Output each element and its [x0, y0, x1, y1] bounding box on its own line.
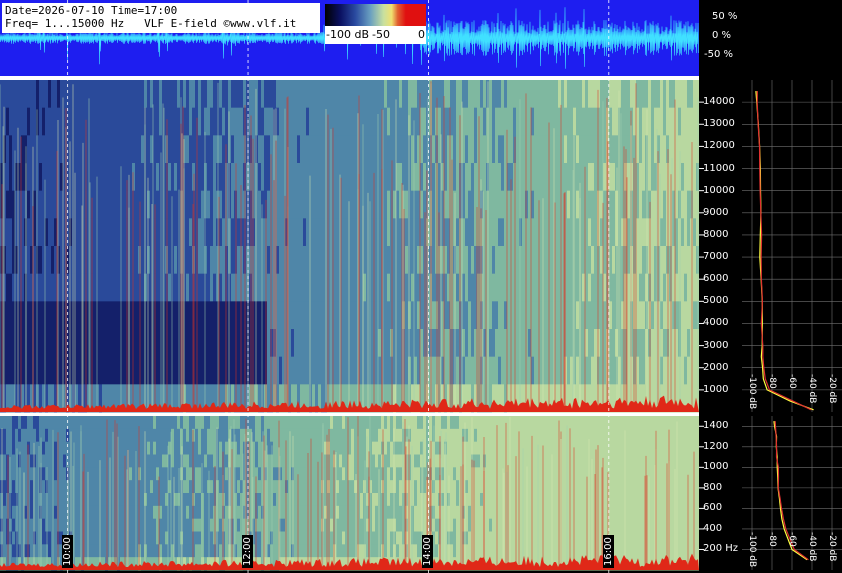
colorbar-label-min: -100 dB [326, 28, 369, 41]
profile-db-label: -80 [767, 532, 777, 547]
profile-db-label: -20 dB [827, 532, 837, 562]
time-label: 12:00 [242, 535, 254, 568]
freq-tick-label: 1000 [703, 383, 729, 395]
time-label: 16:00 [602, 535, 614, 568]
freq-tick-label: 7000 [703, 251, 729, 263]
profile-db-label: -60 [787, 374, 797, 389]
amplitude-tick-0: 0 % [712, 30, 732, 41]
header-date-time: Date=2026-07-10 Time=17:00 [5, 4, 178, 17]
freq-tick-label: 13000 [703, 118, 735, 130]
freq-tick-label: 3000 [703, 339, 729, 351]
freq-tick-label: 14000 [703, 96, 735, 108]
header-frequency-source: Freq= 1...15000 Hz VLF E-field ©www.vlf.… [5, 17, 297, 30]
colorbar-gradient [325, 4, 426, 26]
colorbar-label-max: 0 [418, 28, 425, 41]
amplitude-tick-50: 50 % [712, 11, 738, 22]
profile-db-label: -20 dB [827, 374, 837, 404]
freq-tick-label: 10000 [703, 184, 735, 196]
spectrogram-main [0, 80, 699, 413]
freq-tick-label: 800 [703, 481, 723, 493]
time-label: 10:00 [61, 535, 73, 568]
header-info-box: Date=2026-07-10 Time=17:00 Freq= 1...150… [2, 3, 320, 33]
amplitude-tick-minus50: -50 % [704, 49, 734, 60]
profile-db-label: -100 dB [747, 374, 757, 410]
profile-db-label: -100 dB [747, 532, 757, 568]
freq-tick-label: 1200 [703, 440, 729, 452]
freq-tick-label: 8000 [703, 228, 729, 240]
profile-db-label: -40 dB [807, 374, 817, 404]
profile-db-label: -80 [767, 374, 777, 389]
panel-separator-lower [0, 412, 699, 416]
colorbar-label-mid: -50 [372, 28, 390, 41]
profile-db-label: -60 [787, 532, 797, 547]
freq-tick-label: 12000 [703, 140, 735, 152]
freq-tick-label: 400 [703, 522, 723, 534]
profile-db-label: -40 dB [807, 532, 817, 562]
freq-tick-label: 5000 [703, 295, 729, 307]
freq-tick-label: 1400 [703, 420, 729, 432]
panel-separator [0, 76, 699, 80]
freq-tick-label: 1000 [703, 461, 729, 473]
freq-tick-label: 600 [703, 502, 723, 514]
freq-tick-label: 9000 [703, 206, 729, 218]
freq-tick-label: 200 Hz [703, 543, 739, 555]
freq-tick-label: 4000 [703, 317, 729, 329]
vlf-spectrogram-screen: Date=2026-07-10 Time=17:00 Freq= 1...150… [0, 0, 842, 573]
freq-tick-label: 2000 [703, 361, 729, 373]
freq-tick-label: 11000 [703, 162, 735, 174]
time-label: 14:00 [422, 535, 434, 568]
colorbar: -100 dB -50 0 [325, 4, 426, 44]
spectrogram-lowfreq [0, 416, 699, 571]
freq-tick-label: 6000 [703, 273, 729, 285]
